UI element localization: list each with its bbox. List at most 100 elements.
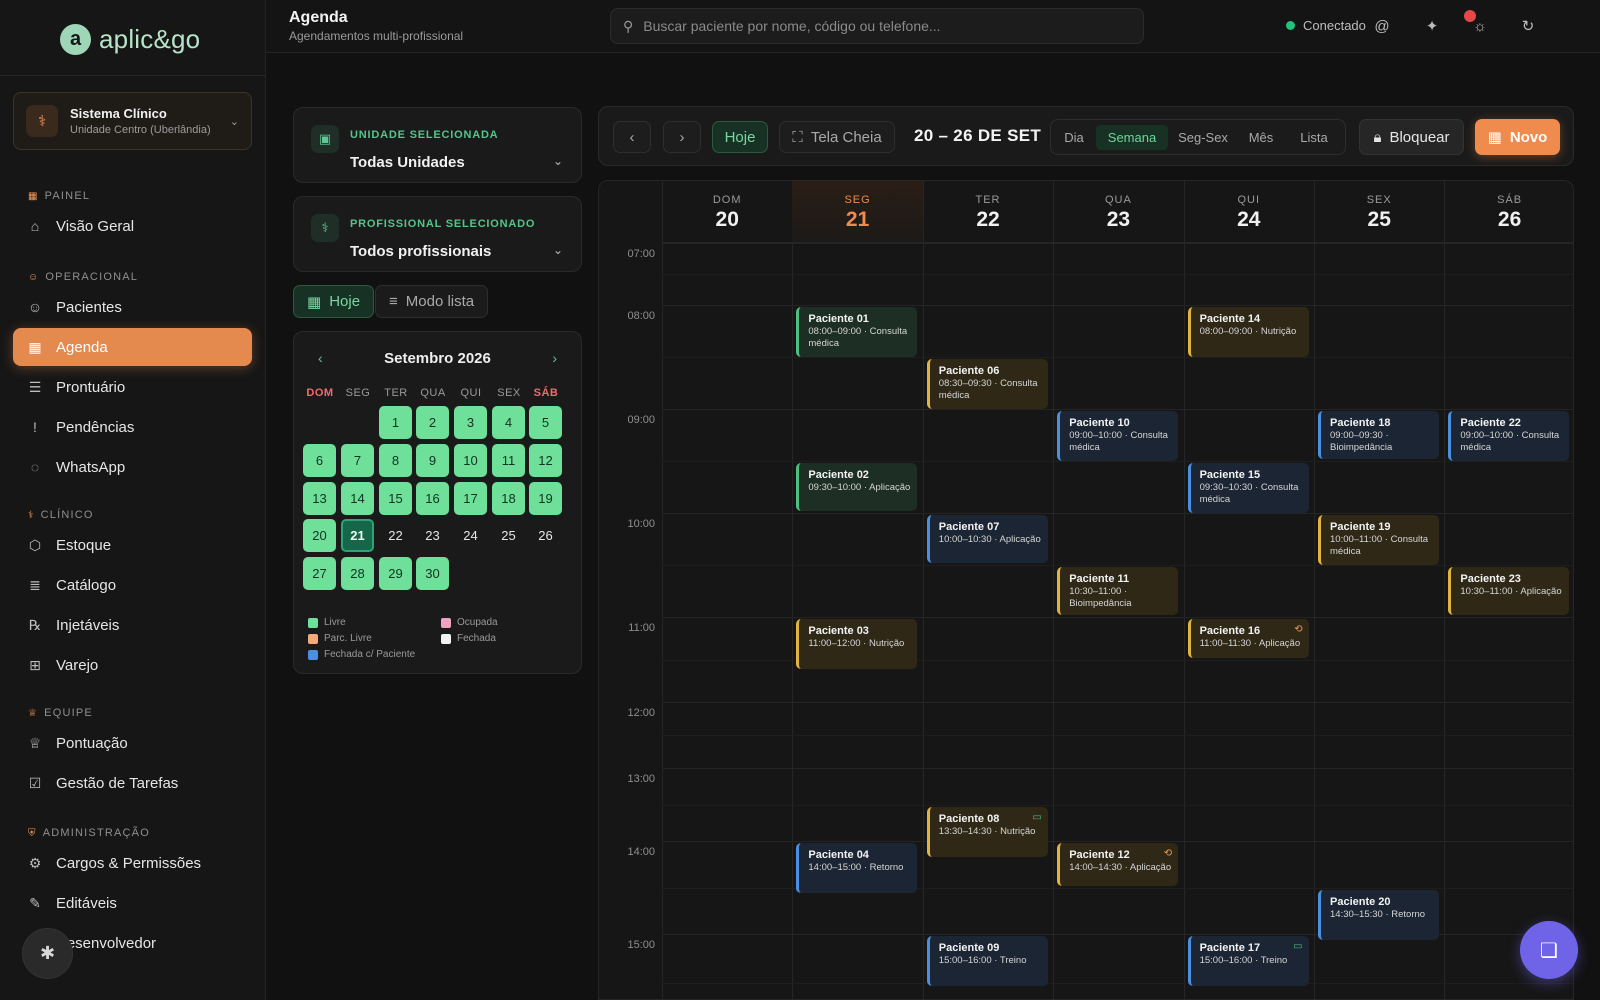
sidebar-item-pacientes[interactable]: ☺ Pacientes: [13, 288, 252, 326]
mini-calendar-day[interactable]: 30: [416, 557, 449, 590]
today-button[interactable]: Hoje: [712, 121, 768, 153]
day-header[interactable]: DOM 20: [662, 181, 793, 243]
next-week-button[interactable]: ›: [663, 121, 701, 153]
appointment-event[interactable]: Paciente 14 08:00–09:00 · Nutrição: [1187, 307, 1309, 357]
appointment-event[interactable]: Paciente 09 15:00–16:00 · Treino: [926, 936, 1048, 986]
view-option-m-s[interactable]: Mês: [1240, 125, 1282, 150]
mini-calendar-day[interactable]: 21: [341, 519, 374, 552]
mini-calendar-day[interactable]: 5: [529, 406, 562, 439]
appointment-event[interactable]: Paciente 16 11:00–11:30 · Aplicação ⟲: [1187, 619, 1309, 658]
refresh-icon[interactable]: ↻: [1516, 14, 1540, 38]
logo[interactable]: a aplic&go: [60, 24, 200, 55]
mini-calendar-day[interactable]: 26: [529, 519, 562, 552]
mini-calendar-day[interactable]: 16: [416, 482, 449, 515]
day-header[interactable]: SÁB 26: [1444, 181, 1573, 243]
mini-calendar-day[interactable]: 19: [529, 482, 562, 515]
appointment-event[interactable]: Paciente 18 09:00–09:30 · Bioimpedância: [1318, 411, 1439, 459]
sun-icon[interactable]: ☼: [1468, 14, 1492, 38]
appointment-event[interactable]: Paciente 04 14:00–15:00 · Retorno: [796, 843, 918, 893]
mini-calendar-day[interactable]: 18: [492, 482, 525, 515]
sidebar-item-pontua-o[interactable]: ♕ Pontuação: [13, 724, 252, 762]
mini-calendar-day[interactable]: 24: [454, 519, 487, 552]
sparkles-icon[interactable]: ✦: [1420, 14, 1444, 38]
mini-calendar-day[interactable]: 22: [379, 519, 412, 552]
day-header[interactable]: QUI 24: [1183, 181, 1314, 243]
view-option-lista[interactable]: Lista: [1287, 125, 1341, 150]
view-option-semana[interactable]: Semana: [1096, 125, 1168, 150]
appointment-event[interactable]: Paciente 15 09:30–10:30 · Consulta médica: [1187, 463, 1309, 513]
appointment-event[interactable]: Paciente 11 10:30–11:00 · Bioimpedância: [1057, 567, 1179, 615]
day-header[interactable]: SEG 21: [792, 181, 923, 243]
appointment-event[interactable]: Paciente 23 10:30–11:00 · Aplicação: [1448, 567, 1570, 615]
day-header[interactable]: QUA 23: [1053, 181, 1184, 243]
new-appointment-button[interactable]: ▦ Novo: [1475, 119, 1560, 155]
logo-text: aplic&go: [99, 24, 201, 54]
mini-calendar-day[interactable]: 25: [492, 519, 525, 552]
grid-column-line: [792, 181, 794, 999]
mini-calendar-day[interactable]: 12: [529, 444, 562, 477]
sidebar-item-gest-o-de-tarefas[interactable]: ☑ Gestão de Tarefas: [13, 764, 252, 802]
search-input[interactable]: [643, 18, 1124, 34]
mini-calendar-day[interactable]: 27: [303, 557, 336, 590]
appointment-event[interactable]: Paciente 17 15:00–16:00 · Treino ▭: [1187, 936, 1309, 986]
mini-calendar-day[interactable]: 8: [379, 444, 412, 477]
professional-selector[interactable]: ⚕ PROFISSIONAL SELECIONADO Todos profiss…: [293, 196, 582, 272]
appointment-event[interactable]: Paciente 07 10:00–10:30 · Aplicação: [926, 515, 1048, 563]
appointment-event[interactable]: Paciente 06 08:30–09:30 · Consulta médica: [926, 359, 1048, 409]
mini-calendar-day[interactable]: 28: [341, 557, 374, 590]
chat-button[interactable]: ❏: [1520, 921, 1578, 979]
sidebar-item-edit-veis[interactable]: ✎ Editáveis: [13, 884, 252, 922]
mini-calendar-day[interactable]: 11: [492, 444, 525, 477]
sidebar-item-cat-logo[interactable]: ≣ Catálogo: [13, 566, 252, 604]
block-button[interactable]: 🔒︎ Bloquear: [1359, 119, 1464, 155]
mini-calendar-day[interactable]: 2: [416, 406, 449, 439]
sidebar-item-estoque[interactable]: ⬡ Estoque: [13, 526, 252, 564]
sidebar-item-whatsapp[interactable]: ◌ WhatsApp: [13, 448, 252, 486]
appointment-event[interactable]: Paciente 12 14:00–14:30 · Aplicação ⟲: [1057, 843, 1179, 886]
legend-swatch: [308, 649, 318, 660]
appointment-event[interactable]: Paciente 02 09:30–10:00 · Aplicação: [796, 463, 918, 511]
appointment-event[interactable]: Paciente 10 09:00–10:00 · Consulta médica: [1057, 411, 1179, 461]
mini-calendar-day[interactable]: 17: [454, 482, 487, 515]
sidebar-item-injet-veis[interactable]: ℞ Injetáveis: [13, 606, 252, 644]
appointment-event[interactable]: Paciente 01 08:00–09:00 · Consulta médica: [796, 307, 918, 357]
mini-calendar-day[interactable]: 20: [303, 519, 336, 552]
sidebar-item-pend-ncias[interactable]: ! Pendências: [13, 408, 252, 446]
appointment-event[interactable]: Paciente 20 14:30–15:30 · Retorno: [1318, 889, 1439, 940]
mini-calendar-day[interactable]: 13: [303, 482, 336, 515]
appointment-event[interactable]: Paciente 03 11:00–12:00 · Nutrição: [796, 619, 918, 669]
day-header[interactable]: SEX 25: [1314, 181, 1445, 243]
mini-calendar-day[interactable]: 3: [454, 406, 487, 439]
mini-calendar-day[interactable]: 7: [341, 444, 374, 477]
fullscreen-button[interactable]: ⛶ Tela Cheia: [779, 121, 895, 153]
sidebar-item-agenda[interactable]: ▦ Agenda: [13, 328, 252, 366]
unit-selector[interactable]: ▣ UNIDADE SELECIONADA Todas Unidades ⌄: [293, 107, 582, 183]
mini-calendar-day[interactable]: 29: [379, 557, 412, 590]
mini-calendar-day[interactable]: 9: [416, 444, 449, 477]
chevron-right-icon[interactable]: ›: [552, 350, 557, 366]
at-sign-icon[interactable]: @: [1370, 14, 1394, 38]
hour-line: [662, 409, 1573, 410]
sidebar-item-cargos-permiss-es[interactable]: ⚙ Cargos & Permissões: [13, 844, 252, 882]
bug-report-button[interactable]: ✱: [22, 928, 73, 979]
day-header[interactable]: TER 22: [922, 181, 1054, 243]
mini-calendar-day[interactable]: 23: [416, 519, 449, 552]
appointment-event[interactable]: Paciente 08 13:30–14:30 · Nutrição ▭: [926, 806, 1048, 857]
view-option-seg-sex[interactable]: Seg-Sex: [1173, 125, 1233, 150]
mini-calendar-day[interactable]: 14: [341, 482, 374, 515]
prev-week-button[interactable]: ‹: [613, 121, 651, 153]
mini-calendar-day[interactable]: 1: [379, 406, 412, 439]
mini-calendar-day[interactable]: 4: [492, 406, 525, 439]
sidebar-item-prontu-rio[interactable]: ☰ Prontuário: [13, 368, 252, 406]
today-button[interactable]: ▦ Hoje: [293, 285, 375, 318]
sidebar-item-varejo[interactable]: ⊞ Varejo: [13, 646, 252, 684]
system-selector[interactable]: ⚕ Sistema Clínico Unidade Centro (Uberlâ…: [13, 92, 252, 150]
mini-calendar-day[interactable]: 15: [379, 482, 412, 515]
mini-calendar-day[interactable]: 10: [454, 444, 487, 477]
view-option-dia[interactable]: Dia: [1057, 125, 1091, 150]
sidebar-item-vis-o-geral[interactable]: ⌂ Visão Geral: [13, 207, 252, 245]
list-mode-button[interactable]: ≡ Modo lista: [375, 285, 489, 318]
mini-calendar-day[interactable]: 6: [303, 444, 336, 477]
appointment-event[interactable]: Paciente 22 09:00–10:00 · Consulta médica: [1448, 411, 1570, 461]
appointment-event[interactable]: Paciente 19 10:00–11:00 · Consulta médica: [1318, 515, 1439, 565]
